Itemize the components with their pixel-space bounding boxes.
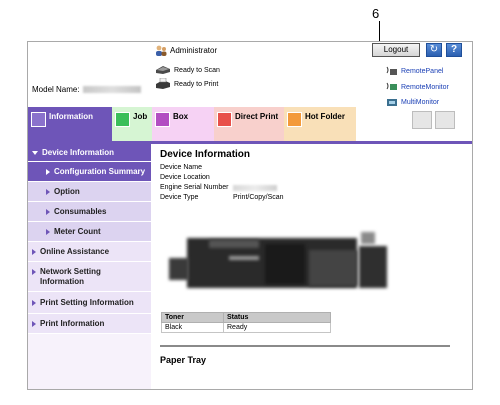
model-name: Model Name:: [32, 85, 141, 94]
info-label: Device Location: [160, 174, 210, 181]
remote-monitor-link[interactable]: RemoteMonitor: [386, 82, 449, 92]
main-tabs: Information Job Box Direct Print Hot Fol…: [28, 107, 472, 141]
web-connection-window: Administrator Ready to Scan Ready to Pri…: [27, 41, 473, 390]
logout-button[interactable]: Logout: [372, 43, 420, 57]
store-address-icon[interactable]: [412, 111, 432, 129]
info-row-device-location: Device Location: [160, 173, 460, 183]
chevron-right-icon: [32, 248, 36, 255]
info-label: Device Name: [160, 164, 203, 171]
sidebar-item-device-information[interactable]: Device Information: [28, 144, 151, 162]
box-icon: [155, 112, 170, 127]
sidebar-item-meter-count[interactable]: Meter Count: [28, 222, 151, 242]
sidebar-item-label: Meter Count: [54, 227, 101, 236]
sidebar: Device Information Configuration Summary…: [28, 144, 151, 389]
refresh-icon[interactable]: ↻: [426, 43, 442, 57]
page-title: Device Information: [160, 149, 251, 160]
help-icon[interactable]: ?: [446, 43, 462, 57]
sidebar-item-print-information[interactable]: Print Information: [28, 314, 151, 334]
sidebar-item-label: Online Assistance: [40, 247, 110, 256]
sidebar-item-label: Option: [54, 187, 80, 196]
sidebar-item-label: Print Information: [40, 319, 105, 328]
column-header: Toner: [161, 312, 224, 323]
sidebar-item-label: Network Setting Information: [40, 267, 101, 286]
tab-hot-folder[interactable]: Hot Folder: [284, 107, 356, 141]
callout-line: [379, 21, 380, 41]
multi-monitor-icon: [387, 99, 397, 106]
user-info: Administrator: [155, 45, 217, 56]
status-print-text: Ready to Print: [174, 80, 219, 88]
information-icon: [31, 112, 46, 127]
sidebar-item-online-assistance[interactable]: Online Assistance: [28, 242, 151, 262]
tab-right-icons: [412, 111, 455, 129]
sidebar-item-label: Device Information: [42, 148, 115, 157]
sidebar-item-configuration-summary[interactable]: Configuration Summary: [28, 162, 151, 182]
chevron-right-icon: [32, 320, 36, 327]
multi-monitor-label[interactable]: MultiMonitor: [401, 99, 439, 106]
remote-monitor-icon: [386, 82, 397, 90]
toner-status-table: Toner Status Black Ready: [161, 312, 331, 333]
status-print: Ready to Print: [155, 78, 218, 90]
chevron-right-icon: [46, 168, 50, 175]
sidebar-item-label: Consumables: [54, 207, 107, 216]
chevron-right-icon: [46, 188, 50, 195]
direct-print-icon: [217, 112, 232, 127]
remote-panel-link[interactable]: RemotePanel: [386, 66, 443, 76]
callout-number: 6: [372, 6, 380, 21]
status-scan-text: Ready to Scan: [174, 66, 220, 74]
table-row: Black Ready: [161, 322, 331, 333]
info-label: Device Type: [160, 194, 199, 201]
tab-information-label: Information: [49, 112, 93, 121]
chevron-right-icon: [32, 269, 36, 275]
info-label: Engine Serial Number: [160, 184, 229, 191]
tab-direct-print[interactable]: Direct Print: [214, 107, 284, 141]
sidebar-item-network-setting-information[interactable]: Network Setting Information: [28, 262, 151, 292]
chevron-down-icon: [32, 150, 38, 155]
info-row-engine-serial: Engine Serial Number: [160, 183, 460, 193]
section-divider: [160, 345, 450, 347]
sidebar-item-label: Print Setting Information: [40, 298, 134, 307]
tab-hot-folder-label: Hot Folder: [305, 112, 345, 121]
multi-monitor-link[interactable]: MultiMonitor: [386, 97, 439, 107]
sidebar-item-option[interactable]: Option: [28, 182, 151, 202]
main-content: Device Information Device Name Device Lo…: [160, 149, 460, 203]
info-row-device-type: Device Type Print/Copy/Scan: [160, 193, 460, 203]
administrator-icon: [156, 45, 167, 56]
sidebar-item-label: Configuration Summary: [54, 167, 146, 176]
model-name-label: Model Name:: [32, 85, 80, 94]
serial-number-redacted: [233, 185, 277, 191]
status-scan: Ready to Scan: [155, 65, 220, 75]
tab-box-label: Box: [173, 112, 189, 121]
info-row-device-name: Device Name: [160, 163, 460, 173]
device-image: [169, 230, 389, 295]
remote-panel-icon: [386, 66, 397, 75]
remote-panel-label[interactable]: RemotePanel: [401, 68, 443, 75]
chevron-right-icon: [46, 208, 50, 215]
user-name: Administrator: [170, 46, 218, 55]
column-header: Status: [223, 312, 331, 323]
job-icon: [115, 112, 130, 127]
tab-direct-print-label: Direct Print: [235, 112, 279, 121]
hot-folder-icon: [287, 112, 302, 127]
chevron-right-icon: [46, 228, 50, 235]
table-cell: Ready: [223, 322, 331, 333]
tab-box[interactable]: Box: [152, 107, 214, 141]
chevron-right-icon: [32, 299, 36, 306]
tab-information[interactable]: Information: [28, 107, 112, 141]
section-heading-paper-tray: Paper Tray: [160, 355, 207, 365]
sidebar-item-print-setting-information[interactable]: Print Setting Information: [28, 292, 151, 314]
printer-icon: [156, 78, 170, 89]
sidebar-item-consumables[interactable]: Consumables: [28, 202, 151, 222]
table-header-row: Toner Status: [161, 312, 331, 323]
scanner-icon: [156, 66, 170, 74]
table-cell: Black: [161, 322, 224, 333]
tab-job-label: Job: [133, 112, 148, 121]
model-name-value-redacted: [82, 86, 141, 94]
header: Administrator Ready to Scan Ready to Pri…: [28, 42, 472, 106]
remote-monitor-label[interactable]: RemoteMonitor: [401, 84, 449, 91]
info-value: Print/Copy/Scan: [233, 194, 284, 201]
customize-icon[interactable]: [435, 111, 455, 129]
tab-job[interactable]: Job: [112, 107, 152, 141]
